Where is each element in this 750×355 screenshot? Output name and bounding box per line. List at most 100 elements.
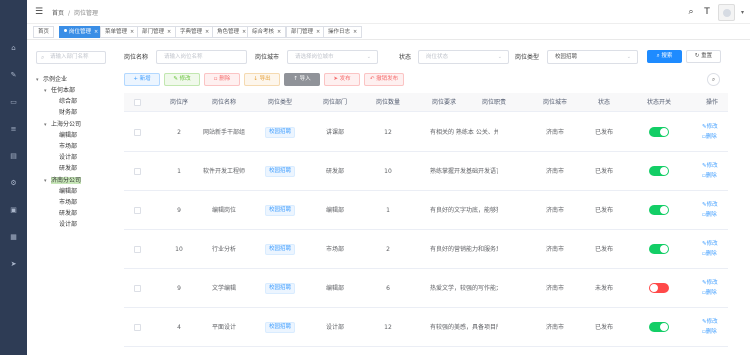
status-switch[interactable] [649,127,669,137]
add-button[interactable]: + 新增 [124,73,160,86]
tree-node[interactable]: ▾ 示例企业 [36,75,67,85]
close-icon[interactable]: × [94,29,98,35]
tree-node[interactable]: 研发部 [52,164,77,174]
row-edit-link[interactable]: ✎修改 [702,163,718,170]
type-label: 岗位类型 [515,54,540,61]
status-switch[interactable] [649,166,669,176]
search-icon[interactable]: ⌕ [686,7,696,17]
status-switch[interactable] [649,322,669,332]
list-icon[interactable]: ≡ [9,125,18,133]
cell-dept: 讲课部 [325,128,345,136]
type-tag: 校园招聘 [264,321,296,333]
menu-toggle-icon[interactable]: ☰ [35,7,43,17]
cell-name: 行业分析 [211,245,236,253]
send-icon[interactable]: ➤ [9,260,18,268]
tab-7[interactable]: 部门管理 × [286,26,326,38]
row-edit-link[interactable]: ✎修改 [702,124,718,131]
close-icon[interactable]: × [167,29,171,35]
row-edit-label: 修改 [706,201,718,208]
reset-button[interactable]: ↻ 重置 [686,50,721,63]
tab-1[interactable]: 岗位管理 × [59,26,104,38]
row-checkbox[interactable] [134,207,141,214]
export-button[interactable]: ↓ 导出 [244,73,280,86]
cell-requirement: 有较强的美感，具备项目所需的软件技能 [430,323,498,331]
tab-8[interactable]: 操作日志 × [323,26,363,38]
tree-node[interactable]: 编辑部 [52,131,77,141]
gear-icon[interactable]: ⚙ [9,179,18,187]
search-button[interactable]: ⌕ 搜索 [647,50,682,63]
row-delete-link[interactable]: ▫删除 [702,173,718,180]
tree-node[interactable]: 设计部 [52,220,77,230]
briefcase-icon[interactable]: ▦ [9,233,18,241]
tab-0[interactable]: 首页 [33,26,55,38]
tab-2[interactable]: 菜单管理 × [100,26,140,38]
cell-status: 未发布 [594,284,614,292]
status-switch[interactable] [649,283,669,293]
row-checkbox[interactable] [134,129,141,136]
select-all-checkbox[interactable] [134,99,141,106]
row-delete-link[interactable]: ▫删除 [702,329,718,336]
close-icon[interactable]: × [130,29,134,35]
type-select[interactable]: 校园招聘 ⌄ [547,50,638,64]
publish-button[interactable]: ➤ 发布 [324,73,360,86]
row-edit-link[interactable]: ✎修改 [702,202,718,209]
status-select[interactable]: 岗位状态 ⌄ [418,50,509,64]
close-icon[interactable]: × [316,29,320,35]
tree-node[interactable]: 综合部 [52,97,77,107]
row-checkbox[interactable] [134,168,141,175]
name-input[interactable]: 请输入岗位名称 [156,50,247,64]
unpublish-button[interactable]: ↶ 撤销发布 [364,73,404,86]
row-edit-link[interactable]: ✎修改 [702,319,718,326]
close-icon[interactable]: × [242,29,246,35]
row-checkbox[interactable] [134,246,141,253]
table-row: 4 平面设计 校园招聘 设计部 12 有较强的美感，具备项目所需的软件技能 济南市 已发布 ✎修… [124,308,728,347]
tab-4[interactable]: 字典管理 × [175,26,215,38]
document-icon[interactable]: ▤ [9,152,18,160]
cell-count: 2 [386,245,390,253]
tab-label: 菜单管理 [105,29,128,35]
status-switch[interactable] [649,205,669,215]
row-edit-link[interactable]: ✎修改 [702,280,718,287]
tree-node[interactable]: 编辑部 [52,187,77,197]
chevron-down-icon[interactable]: ▾ [741,9,744,16]
status-switch[interactable] [649,244,669,254]
tree-node[interactable]: 市场部 [52,198,77,208]
row-delete-link[interactable]: ▫删除 [702,212,718,219]
close-icon[interactable]: × [353,29,357,35]
row-delete-link[interactable]: ▫删除 [702,134,718,141]
tree-node[interactable]: 设计部 [52,153,77,163]
avatar[interactable] [717,3,735,21]
row-edit-link[interactable]: ✎修改 [702,241,718,248]
tab-6[interactable]: 综合考核 × [247,26,287,38]
font-size-icon[interactable]: T [702,7,712,17]
tree-node-label: 上海分公司 [51,121,82,128]
tab-5[interactable]: 角色管理 × [212,26,252,38]
tree-node[interactable]: 财务部 [52,108,77,118]
breadcrumb: 首页 / 岗位管理 [52,8,98,17]
edit-icon[interactable]: ✎ [9,71,18,79]
monitor-icon[interactable]: ▣ [9,206,18,214]
chat-icon[interactable]: ▭ [9,98,18,106]
tree-node[interactable]: ▾ 上海分公司 [44,120,81,130]
row-checkbox[interactable] [134,285,141,292]
cell-type: 校园招聘 [264,113,296,151]
row-delete-link[interactable]: ▫删除 [702,251,718,258]
tree-node[interactable]: ▾ 济南分公司 [44,176,82,186]
tree-node[interactable]: 市场部 [52,142,77,152]
tree-node[interactable]: ▾ 任何本部 [44,86,75,96]
tree-node-label: 研发部 [59,210,78,217]
import-button[interactable]: ↑ 导入 [284,73,320,86]
tree-node[interactable]: 研发部 [52,209,77,219]
breadcrumb-home[interactable]: 首页 [52,10,64,17]
cell-dept: 研发部 [325,167,345,175]
close-icon[interactable]: × [277,29,281,35]
delete-button[interactable]: ▫ 删除 [204,73,240,86]
row-delete-link[interactable]: ▫删除 [702,290,718,297]
close-icon[interactable]: × [205,29,209,35]
city-select[interactable]: 请选择岗位城市 ⌄ [287,50,378,64]
row-checkbox[interactable] [134,324,141,331]
edit-button[interactable]: ✎ 修改 [164,73,200,86]
chevron-down-icon: ⌄ [626,54,631,60]
toggle-search-icon[interactable]: ⌕ [707,73,720,86]
tab-3[interactable]: 部门管理 × [137,26,177,38]
